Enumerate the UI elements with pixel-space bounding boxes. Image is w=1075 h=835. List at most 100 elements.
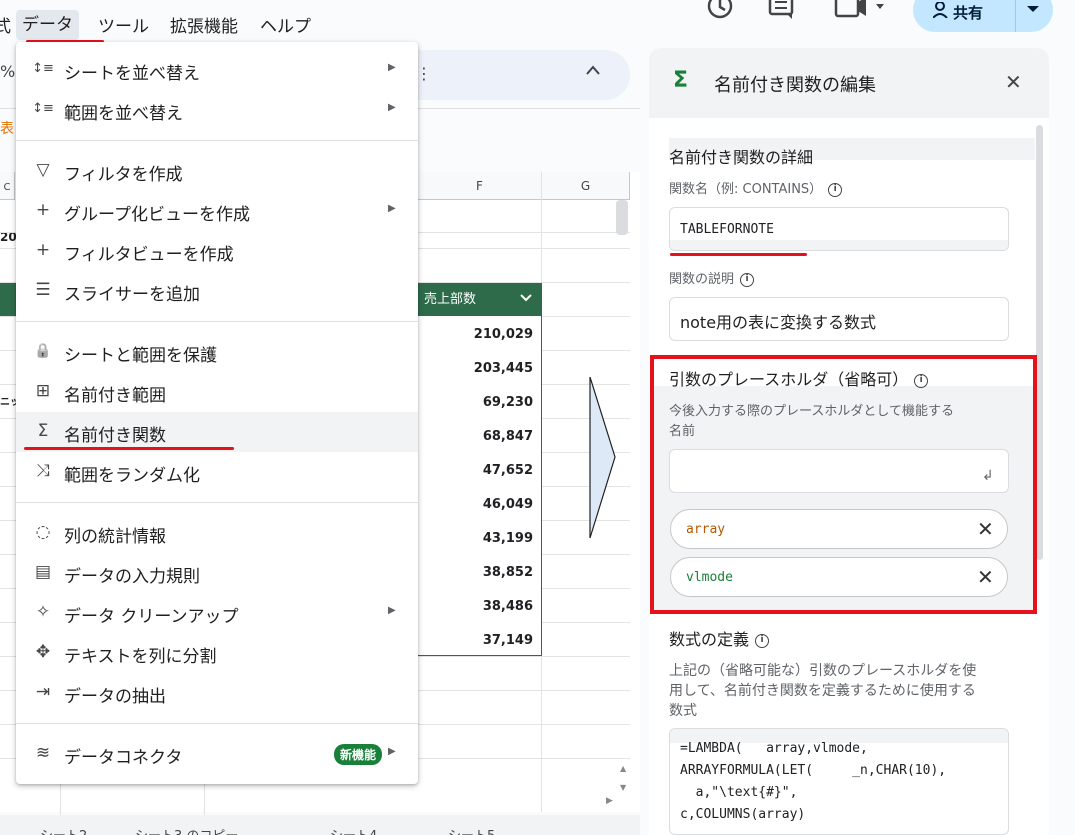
arrow-shape-drawing[interactable] <box>588 375 618 540</box>
extract-icon: ⇥ <box>35 682 51 702</box>
history-icon[interactable] <box>700 0 740 22</box>
info-icon[interactable]: i <box>828 182 843 197</box>
function-name-input[interactable]: TABLEFORNOTE <box>669 207 1009 251</box>
menu-separator <box>16 140 418 141</box>
menu-item-label: グループ化ビューを作成 <box>64 205 250 225</box>
menu-item[interactable]: Σ 名前付き関数 <box>16 412 418 452</box>
table-header-chevron-icon[interactable] <box>520 283 532 316</box>
menu-item[interactable]: ✧ データ クリーンアップ ▶ <box>16 593 418 633</box>
definition-help-text-2: 用して、名前付き関数を定義するために使用する <box>669 683 976 699</box>
menu-data[interactable]: データ <box>16 10 79 40</box>
definition-help-text-1: 上記の（省略可能な）引数のプレースホルダを使 <box>669 663 977 679</box>
menu-item-label: 名前付き範囲 <box>64 386 166 406</box>
function-desc-value: note用の表に変換する数式 <box>680 313 877 332</box>
menu-item-label: フィルタビューを作成 <box>64 245 234 265</box>
function-desc-input[interactable]: note用の表に変換する数式 <box>669 297 1009 341</box>
menu-item[interactable]: 🔒 シートと範囲を保護 <box>16 332 418 372</box>
comment-icon[interactable] <box>765 0 799 22</box>
menu-help[interactable]: ヘルプ <box>260 12 311 37</box>
formula-line: c,COLUMNS(array) <box>680 807 806 822</box>
menu-item[interactable]: ⊞ 名前付き範囲 <box>16 372 418 412</box>
menu-format-fragment[interactable]: 式 <box>0 12 11 37</box>
menu-item[interactable]: ◌ 列の統計情報 <box>16 513 418 553</box>
sheet-tab[interactable]: シート5 <box>448 825 495 835</box>
panel-title: 名前付き関数の編集 <box>714 75 876 96</box>
menu-item[interactable]: ⇥ データの抽出 <box>16 673 418 713</box>
grid-vertical-scrollbar[interactable] <box>616 200 628 235</box>
menu-item-label: スライサーを追加 <box>64 285 200 305</box>
split-icon: ✥ <box>35 642 51 662</box>
menubar: 式 データ ツール 拡張機能 ヘルプ <box>0 0 640 43</box>
info-icon[interactable]: i <box>740 272 755 287</box>
share-dropdown-icon[interactable] <box>1026 2 1040 18</box>
menu-item[interactable]: ↕≡ 範囲を並べ替え ▶ <box>16 90 418 130</box>
sheet-tab[interactable]: シート4 <box>330 825 377 835</box>
submenu-arrow-icon: ▶ <box>388 203 396 214</box>
table-header-label: 売上部数 <box>424 292 477 307</box>
scroll-up-icon[interactable]: ▲ <box>620 764 632 776</box>
sheet-tab-bar: シート2 シート3 のコピー シート4 シート5 <box>0 815 640 835</box>
menu-item[interactable]: ↕≡ シートを並べ替え ▶ <box>16 50 418 90</box>
new-feature-badge: 新機能 <box>334 744 383 765</box>
menu-separator <box>16 723 418 724</box>
column-header-g[interactable]: G <box>542 172 630 200</box>
panel-scrollbar[interactable] <box>1036 125 1043 560</box>
column-header-f[interactable]: F <box>418 172 542 200</box>
function-desc-label: 関数の説明 i <box>669 268 755 287</box>
sort-icon: ↕≡ <box>32 61 54 76</box>
sheet-tab[interactable]: シート2 <box>40 825 87 835</box>
function-name-value: TABLEFORNOTE <box>680 222 774 237</box>
filter-icon: ▽ <box>36 160 50 180</box>
table-header-sales[interactable]: 売上部数 <box>418 283 542 316</box>
close-icon[interactable]: ✕ <box>1005 70 1022 94</box>
menu-item[interactable]: ▤ データの入力規則 <box>16 553 418 593</box>
data-menu-dropdown: ↕≡ シートを並べ替え ▶ ↕≡ 範囲を並べ替え ▶ ▽ フィルタを作成 + グループ化ビューを作… <box>16 42 418 784</box>
menu-item[interactable]: + フィルタビューを作成 <box>16 231 418 271</box>
video-call-icon[interactable] <box>830 0 890 22</box>
magic-wand-icon: ✧ <box>35 602 51 622</box>
share-label: 共有 <box>953 4 984 22</box>
lock-icon: 🔒 <box>34 343 52 359</box>
scroll-right-icon[interactable]: ▶ <box>606 796 620 810</box>
definition-help-text-3: 数式 <box>669 703 697 719</box>
menu-item-label: データコネクタ <box>64 748 183 768</box>
menu-item-label: データの入力規則 <box>64 567 200 587</box>
menu-item[interactable]: ▽ フィルタを作成 <box>16 151 418 191</box>
function-name-label: 関数名（例: CONTAINS） i <box>669 178 843 197</box>
menu-item[interactable]: ✥ テキストを列に分割 <box>16 633 418 673</box>
table-cell: 46,049 <box>482 497 533 512</box>
table-icon: ⊞ <box>35 381 51 401</box>
annotation-highlight-box <box>650 355 1037 614</box>
chevron-up-icon[interactable] <box>585 64 601 80</box>
submenu-arrow-icon: ▶ <box>388 62 396 73</box>
column-header-c[interactable]: C <box>0 172 15 200</box>
annotation-underline-name <box>670 253 807 256</box>
menu-item[interactable]: ☰ スライサーを追加 <box>16 271 418 311</box>
more-vert-icon[interactable]: ⋮ <box>416 64 432 83</box>
lightbulb-icon: ◌ <box>35 522 51 542</box>
info-icon[interactable]: i <box>755 633 770 648</box>
submenu-arrow-icon: ▶ <box>388 746 396 757</box>
menu-extensions[interactable]: 拡張機能 <box>170 12 238 37</box>
definition-section-title: 数式の定義 i <box>669 626 770 650</box>
table-cell: 210,029 <box>473 327 533 342</box>
menu-item-label: 範囲をランダム化 <box>64 466 200 486</box>
share-button[interactable]: 共有 <box>913 0 1053 32</box>
menu-separator <box>16 502 418 503</box>
menu-item[interactable]: + グループ化ビューを作成 ▶ <box>16 191 418 231</box>
menu-item-label: 名前付き関数 <box>64 426 166 446</box>
formula-definition-editor[interactable]: =LAMBDA( array,vlmode, ARRAYFORMULA(LET(… <box>669 728 1009 835</box>
sheet-tab[interactable]: シート3 のコピー <box>135 825 238 835</box>
sigma-icon: Σ <box>673 68 689 93</box>
table-body: 210,029 203,445 69,230 68,847 47,652 46,… <box>418 316 542 656</box>
menu-tools[interactable]: ツール <box>98 12 149 37</box>
menu-item[interactable]: ≋ データコネクタ 新機能 ▶ <box>16 734 418 774</box>
details-section-title: 名前付き関数の詳細 <box>669 148 814 167</box>
menu-item-label: フィルタを作成 <box>64 165 183 185</box>
sort-icon: ↕≡ <box>32 101 54 116</box>
people-icon <box>932 1 949 19</box>
menu-item[interactable]: ⤨ 範囲をランダム化 <box>16 452 418 492</box>
table-cell: 43,199 <box>482 531 533 546</box>
scroll-down-icon[interactable]: ▼ <box>620 783 632 795</box>
percent-format-fragment[interactable]: % <box>0 62 15 81</box>
